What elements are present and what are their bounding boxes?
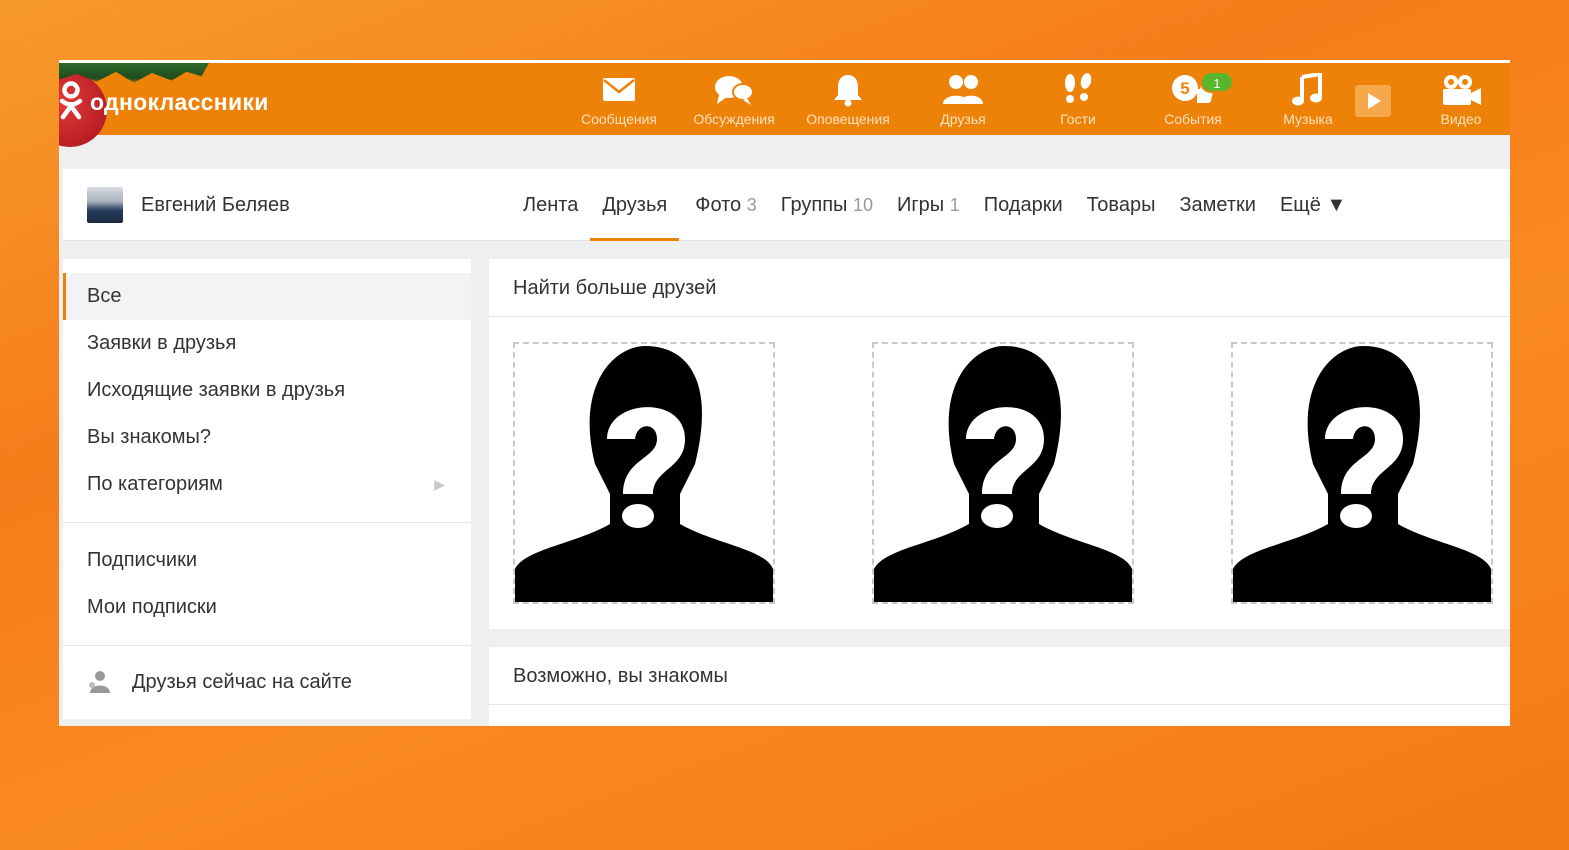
sidebar-item-label: Все (87, 285, 122, 307)
nav-notifications[interactable]: Оповещения (793, 73, 903, 133)
tab-count: 1 (949, 195, 960, 215)
envelope-icon (603, 78, 635, 101)
ok-logo-icon (59, 81, 83, 120)
tab-photos[interactable]: Фото 3 (683, 169, 769, 241)
tab-label: Группы (780, 194, 848, 216)
footprints-icon (1065, 73, 1092, 103)
tab-label: Фото (695, 194, 742, 216)
tab-count: 3 (746, 195, 757, 215)
sidebar-item-label: Мои подписки (87, 596, 217, 618)
unknown-person-silhouette[interactable] (513, 342, 775, 604)
brand-name: одноклассники (90, 89, 269, 115)
tab-label: Заметки (1179, 194, 1256, 216)
tab-label: Товары (1086, 194, 1156, 216)
tab-count: 10 (852, 195, 873, 215)
tab-notes[interactable]: Заметки (1167, 169, 1268, 241)
tab-label: Друзья (602, 194, 668, 216)
unknown-person-silhouette[interactable] (872, 342, 1134, 604)
nav-discussions[interactable]: Обсуждения (679, 73, 789, 133)
sidebar-item-subscriptions[interactable]: Мои подписки (63, 584, 471, 631)
sidebar-item-label: По категориям (87, 473, 223, 495)
nav-video-label: Видео (1440, 111, 1482, 127)
video-camera-icon (1443, 75, 1481, 105)
music-note-icon (1292, 73, 1322, 106)
unknown-person-icon (1233, 346, 1491, 602)
nav-messages-label: Сообщения (581, 111, 657, 127)
friends-sidebar: Все Заявки в друзья Исходящие заявки в д… (63, 259, 471, 719)
browser-frame: одноклассники Сообщения Обсуждения Опове… (59, 60, 1510, 726)
tab-label: Лента (523, 194, 579, 216)
friends-online-icon (89, 671, 110, 693)
nav-events[interactable]: 5 События 1 (1138, 71, 1248, 133)
nav-guests[interactable]: Гости (1023, 73, 1133, 133)
tab-label: Подарки (983, 194, 1063, 216)
sidebar-item-label: Исходящие заявки в друзья (87, 379, 346, 401)
sidebar-item-label: Подписчики (87, 549, 198, 571)
sidebar-item-categories[interactable]: По категориям ▶ (63, 461, 471, 508)
find-friends-card: Найти больше друзей (489, 259, 1510, 629)
events-badge: 1 (1200, 71, 1234, 93)
tab-feed[interactable]: Лента (511, 169, 590, 241)
avatar[interactable] (87, 187, 123, 223)
profile-bar: Евгений Беляев Лента Друзья Фото 3 Групп… (63, 169, 1510, 241)
nav-messages[interactable]: Сообщения (564, 73, 674, 133)
play-icon (1355, 93, 1381, 109)
unknown-person-icon (874, 346, 1132, 602)
ok-logo[interactable]: одноклассники (59, 63, 359, 147)
friends-icon (943, 75, 983, 104)
sidebar-item-requests[interactable]: Заявки в друзья (63, 320, 471, 367)
tab-products[interactable]: Товары (1075, 169, 1168, 241)
unknown-person-silhouette[interactable] (1231, 342, 1493, 604)
maybe-known-card: Возможно, вы знакомы (489, 647, 1510, 726)
tab-groups[interactable]: Группы 10 (769, 169, 885, 241)
nav-friends-label: Друзья (940, 111, 986, 127)
arrow-right-icon: ▶ (434, 476, 445, 492)
chat-bubbles-icon (715, 76, 754, 105)
tab-games[interactable]: Игры 1 (885, 169, 972, 241)
sidebar-item-all[interactable]: Все (63, 273, 471, 320)
top-navigation-bar: одноклассники Сообщения Обсуждения Опове… (59, 60, 1510, 147)
profile-tabs: Лента Друзья Фото 3 Группы 10 Игры 1 Под… (511, 169, 1358, 241)
bell-icon (834, 75, 862, 107)
sidebar-item-subscribers[interactable]: Подписчики (63, 537, 471, 584)
sidebar-item-label: Заявки в друзья (87, 332, 237, 354)
events-count: 5 (1180, 79, 1189, 98)
user-name[interactable]: Евгений Беляев (141, 194, 290, 217)
music-play-button[interactable] (1355, 85, 1391, 117)
tab-label: Ещё ▼ (1279, 194, 1347, 216)
nav-friends[interactable]: Друзья (908, 73, 1018, 133)
nav-music-label: Музыка (1283, 111, 1333, 127)
tab-gifts[interactable]: Подарки (972, 169, 1075, 241)
nav-music[interactable]: Музыка (1253, 73, 1363, 133)
find-friends-title: Найти больше друзей (489, 259, 1510, 317)
nav-notifications-label: Оповещения (806, 111, 890, 127)
maybe-known-title: Возможно, вы знакомы (489, 647, 1510, 705)
nav-discussions-label: Обсуждения (693, 111, 775, 127)
tab-friends[interactable]: Друзья (590, 169, 680, 241)
friends-online-link[interactable]: Друзья сейчас на сайте (63, 646, 471, 718)
nav-events-label: События (1164, 111, 1222, 127)
nav-guests-label: Гости (1060, 111, 1096, 127)
nav-video[interactable]: Видео (1406, 73, 1510, 133)
sidebar-item-outgoing[interactable]: Исходящие заявки в друзья (63, 367, 471, 414)
tab-label: Игры (897, 194, 945, 216)
unknown-person-icon (515, 346, 773, 602)
friends-online-label: Друзья сейчас на сайте (132, 671, 352, 693)
sidebar-item-maybe-known[interactable]: Вы знакомы? (63, 414, 471, 461)
sidebar-item-label: Вы знакомы? (87, 426, 211, 448)
tab-more[interactable]: Ещё ▼ (1268, 169, 1358, 241)
